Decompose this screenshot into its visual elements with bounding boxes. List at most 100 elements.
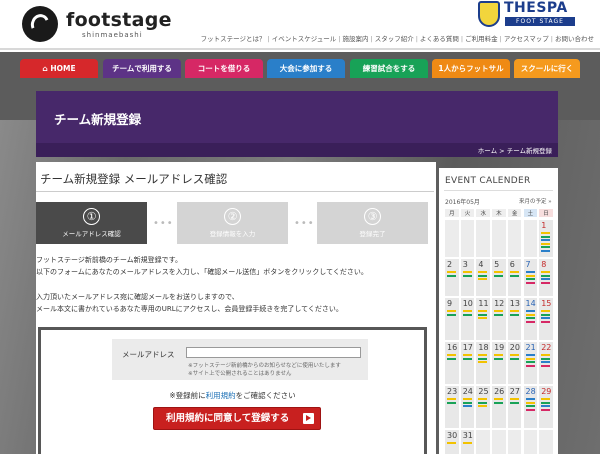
calendar-event-marker[interactable] bbox=[462, 271, 472, 273]
nav-tab-1[interactable]: ⌂ HOME bbox=[20, 59, 98, 78]
calendar-day[interactable]: 23 bbox=[444, 385, 460, 429]
calendar-event-marker[interactable] bbox=[541, 232, 551, 234]
calendar-day[interactable]: 6 bbox=[506, 258, 523, 297]
calendar-day[interactable]: 29 bbox=[538, 385, 554, 429]
calendar-day[interactable]: 13 bbox=[506, 297, 523, 341]
calendar-event-marker[interactable] bbox=[541, 281, 551, 284]
calendar-event-marker[interactable] bbox=[478, 317, 488, 319]
calendar-event-marker[interactable] bbox=[447, 310, 456, 312]
calendar-event-marker[interactable] bbox=[541, 354, 551, 356]
calendar-event-marker[interactable] bbox=[478, 278, 488, 280]
calendar-event-marker[interactable] bbox=[447, 357, 456, 360]
calendar-day[interactable]: 9 bbox=[444, 297, 460, 341]
calendar-event-marker[interactable] bbox=[541, 274, 551, 277]
calendar-event-marker[interactable] bbox=[478, 361, 488, 363]
calendar-event-marker[interactable] bbox=[525, 317, 535, 319]
agree-register-button[interactable]: 利用規約に同意して登録する bbox=[153, 407, 321, 430]
calendar-day[interactable]: 14 bbox=[522, 297, 539, 341]
calendar-event-marker[interactable] bbox=[541, 242, 551, 245]
calendar-event-marker[interactable] bbox=[541, 235, 551, 238]
calendar-event-marker[interactable] bbox=[541, 239, 551, 241]
calendar-day[interactable]: 31 bbox=[459, 429, 476, 454]
calendar-event-marker[interactable] bbox=[462, 442, 472, 444]
calendar-day[interactable]: 15 bbox=[538, 297, 554, 341]
calendar-event-marker[interactable] bbox=[509, 271, 519, 273]
calendar-event-marker[interactable] bbox=[541, 401, 551, 404]
calendar-event-marker[interactable] bbox=[541, 246, 551, 248]
calendar-event-marker[interactable] bbox=[509, 401, 519, 404]
calendar-event-marker[interactable] bbox=[525, 310, 535, 312]
calendar-day[interactable]: 3 bbox=[459, 258, 476, 297]
calendar-day[interactable]: 5 bbox=[491, 258, 507, 297]
email-field[interactable] bbox=[186, 347, 361, 358]
calendar-event-marker[interactable] bbox=[447, 442, 456, 444]
calendar-event-marker[interactable] bbox=[494, 398, 504, 400]
calendar-event-marker[interactable] bbox=[494, 357, 504, 360]
calendar-event-marker[interactable] bbox=[525, 408, 535, 411]
calendar-event-marker[interactable] bbox=[478, 357, 488, 360]
calendar-day[interactable]: 27 bbox=[506, 385, 523, 429]
calendar-event-marker[interactable] bbox=[525, 274, 535, 277]
calendar-event-marker[interactable] bbox=[525, 271, 535, 273]
calendar-event-marker[interactable] bbox=[494, 271, 504, 273]
nav-tab-5[interactable]: 練習試合をする bbox=[350, 59, 428, 78]
calendar-event-marker[interactable] bbox=[525, 320, 535, 323]
calendar-event-marker[interactable] bbox=[525, 398, 535, 400]
calendar-event-marker[interactable] bbox=[509, 357, 519, 360]
calendar-event-marker[interactable] bbox=[525, 361, 535, 363]
calendar-event-marker[interactable] bbox=[462, 405, 472, 407]
calendar-event-marker[interactable] bbox=[462, 274, 472, 277]
calendar-day[interactable]: 12 bbox=[491, 297, 507, 341]
calendar-event-marker[interactable] bbox=[462, 398, 472, 400]
calendar-day[interactable]: 24 bbox=[459, 385, 476, 429]
calendar-event-marker[interactable] bbox=[525, 401, 535, 404]
calendar-event-marker[interactable] bbox=[541, 320, 551, 323]
calendar-event-marker[interactable] bbox=[541, 405, 551, 407]
top-nav-link-7[interactable]: アクセスマップ bbox=[504, 35, 549, 43]
calendar-event-marker[interactable] bbox=[462, 310, 472, 312]
calendar-event-marker[interactable] bbox=[541, 249, 551, 252]
top-nav-link-1[interactable]: フットステージとは？ bbox=[201, 35, 266, 43]
calendar-day[interactable]: 2 bbox=[444, 258, 460, 297]
top-nav-link-2[interactable]: イベントスケジュール bbox=[272, 35, 337, 43]
calendar-day[interactable]: 11 bbox=[475, 297, 492, 341]
calendar-event-marker[interactable] bbox=[494, 274, 504, 277]
calendar-event-marker[interactable] bbox=[462, 401, 472, 404]
calendar-event-marker[interactable] bbox=[541, 310, 551, 312]
calendar-event-marker[interactable] bbox=[478, 274, 488, 277]
calendar-event-marker[interactable] bbox=[509, 313, 519, 316]
calendar-event-marker[interactable] bbox=[462, 357, 472, 360]
calendar-event-marker[interactable] bbox=[509, 274, 519, 277]
calendar-day[interactable]: 1 bbox=[538, 219, 554, 258]
calendar-event-marker[interactable] bbox=[525, 313, 535, 316]
calendar-day[interactable]: 17 bbox=[459, 341, 476, 385]
calendar-day[interactable]: 30 bbox=[444, 429, 460, 454]
calendar-event-marker[interactable] bbox=[541, 317, 551, 319]
nav-tab-2[interactable]: チームで利用する bbox=[103, 59, 181, 78]
top-nav-link-5[interactable]: よくある質問 bbox=[420, 35, 459, 43]
nav-tab-3[interactable]: コートを借りる bbox=[185, 59, 263, 78]
calendar-day[interactable]: 18 bbox=[475, 341, 492, 385]
calendar-event-marker[interactable] bbox=[525, 281, 535, 284]
calendar-day[interactable]: 4 bbox=[475, 258, 492, 297]
calendar-event-marker[interactable] bbox=[525, 354, 535, 356]
calendar-event-marker[interactable] bbox=[462, 354, 472, 356]
top-nav-link-4[interactable]: スタッフ紹介 bbox=[375, 35, 414, 43]
calendar-event-marker[interactable] bbox=[525, 278, 535, 280]
calendar-event-marker[interactable] bbox=[447, 398, 456, 400]
calendar-event-marker[interactable] bbox=[541, 313, 551, 316]
calendar-event-marker[interactable] bbox=[494, 401, 504, 404]
calendar-event-marker[interactable] bbox=[447, 274, 456, 277]
thespa-logo[interactable]: THESPA FOOT STAGE bbox=[478, 0, 576, 30]
nav-tab-7[interactable]: スクールに行く bbox=[514, 59, 580, 78]
calendar-day[interactable]: 7 bbox=[522, 258, 539, 297]
calendar-day[interactable]: 22 bbox=[538, 341, 554, 385]
calendar-day[interactable]: 8 bbox=[538, 258, 554, 297]
top-nav-link-6[interactable]: ご利用料金 bbox=[465, 35, 498, 43]
calendar-event-marker[interactable] bbox=[478, 271, 488, 273]
calendar-event-marker[interactable] bbox=[478, 401, 488, 404]
calendar-event-marker[interactable] bbox=[494, 313, 504, 316]
calendar-event-marker[interactable] bbox=[509, 354, 519, 356]
calendar-event-marker[interactable] bbox=[541, 361, 551, 363]
breadcrumb-home[interactable]: ホーム bbox=[478, 147, 497, 155]
